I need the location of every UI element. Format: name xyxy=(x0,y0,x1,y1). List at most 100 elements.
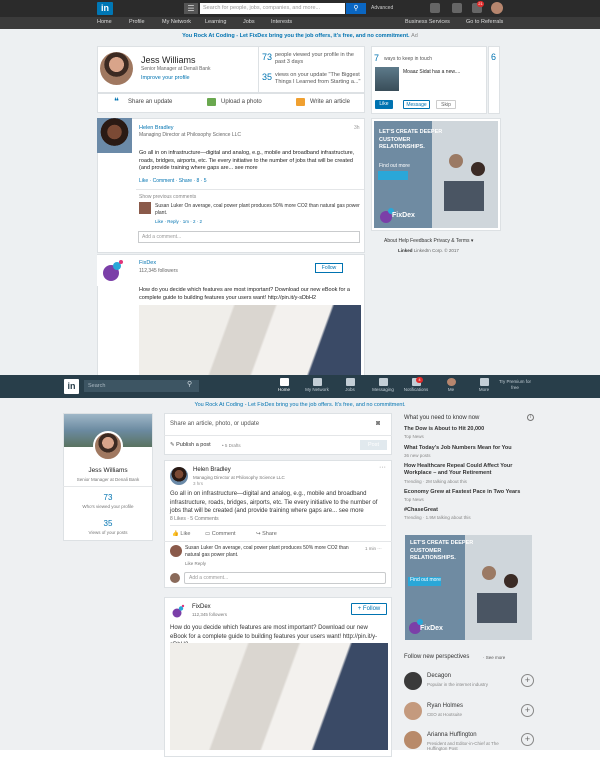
old-messages-icon[interactable] xyxy=(430,3,440,13)
new-comment-time[interactable]: 1 min ··· xyxy=(365,546,382,551)
new-nav-me[interactable]: Me xyxy=(434,378,468,392)
news-item-title[interactable]: #ChaseGreat xyxy=(404,507,438,513)
new-share-button[interactable]: ↪ Share xyxy=(256,531,277,537)
suggestion-avatar[interactable] xyxy=(404,672,422,690)
old-nav-referrals[interactable]: Go to Referrals xyxy=(466,19,503,25)
old-nav-jobs[interactable]: Jobs xyxy=(243,19,255,25)
news-item-title[interactable]: What Today's Job Numbers Mean for You xyxy=(404,445,512,451)
new-share-input[interactable]: Share an article, photo, or update xyxy=(170,421,259,427)
old-stat-views-text[interactable]: people viewed your profile in the past 3… xyxy=(275,52,363,66)
suggestion-name[interactable]: Ryan Holmes xyxy=(427,703,463,709)
new-drafts-link[interactable]: • 5 Drafts xyxy=(222,443,241,448)
new-like-button[interactable]: 👍 Like xyxy=(172,531,190,537)
new-nav-home[interactable]: Home xyxy=(267,378,301,392)
follow-plus-icon[interactable]: + xyxy=(521,704,534,717)
old-contact-name[interactable]: Moaaz Sidat has a new.... xyxy=(403,69,460,75)
old-me-avatar[interactable] xyxy=(491,2,503,14)
old-linkedin-logo[interactable]: in xyxy=(97,2,113,15)
old-search-button[interactable]: ⚲ xyxy=(346,3,366,14)
old-post-author-name[interactable]: Helen Bradley xyxy=(139,125,174,131)
new-company-name[interactable]: FixDex xyxy=(192,604,211,610)
old-profile-name[interactable]: Jess Williams xyxy=(141,55,196,65)
old-show-previous-comments[interactable]: Show previous comments xyxy=(139,194,196,200)
old-message-button[interactable]: Message xyxy=(403,100,430,109)
new-post-social-counts[interactable]: 8 Likes · 5 Comments xyxy=(170,516,219,522)
search-icon[interactable]: ⚲ xyxy=(187,380,192,388)
new-linkedin-logo[interactable]: in xyxy=(64,379,79,394)
old-improve-profile-link[interactable]: Improve your profile xyxy=(141,75,190,81)
old-stat-update-text[interactable]: views on your update "The Biggest Things… xyxy=(275,72,363,86)
old-nav-profile[interactable]: Profile xyxy=(129,19,145,25)
news-item-title[interactable]: How Healthcare Repeal Could Affect Your … xyxy=(404,463,529,477)
old-write-article-button[interactable]: Write an article xyxy=(310,99,350,105)
old-nav-learning[interactable]: Learning xyxy=(205,19,226,25)
old-profile-avatar[interactable] xyxy=(100,52,133,85)
fixdex-logo-icon[interactable] xyxy=(170,603,186,619)
old-promo-banner[interactable]: You Rock At Coding - Let FixDex bring yo… xyxy=(0,33,600,39)
news-item-title[interactable]: The Dow is About to Hit 20,000 xyxy=(404,426,484,432)
new-nav-messaging[interactable]: Messaging xyxy=(366,378,400,392)
new-follow-button[interactable]: + Follow xyxy=(351,603,387,615)
old-skip-button[interactable]: Skip xyxy=(436,100,456,109)
old-upload-photo-button[interactable]: Upload a photo xyxy=(221,99,262,105)
new-comment-actions[interactable]: Like Reply xyxy=(185,561,206,566)
new-post-button[interactable]: Post xyxy=(360,440,387,450)
new-comment-button[interactable]: ▭ Comment xyxy=(205,531,236,537)
old-like-button[interactable]: Like xyxy=(375,100,393,109)
suggestion-avatar[interactable] xyxy=(404,731,422,749)
suggestion-name[interactable]: Decagon xyxy=(427,673,451,679)
old-company-name[interactable]: FixDex xyxy=(139,260,156,266)
suggestion-avatar[interactable] xyxy=(404,702,422,720)
old-comment-actions[interactable]: Like · Reply · 1m · 2 · 2 xyxy=(155,219,202,224)
old-promo-text[interactable]: You Rock At Coding - Let FixDex bring yo… xyxy=(182,33,409,39)
new-add-comment-input[interactable]: Add a comment... xyxy=(184,572,386,584)
new-post-author-name[interactable]: Helen Bradley xyxy=(193,467,231,473)
old-commenter-avatar[interactable] xyxy=(139,202,151,214)
info-icon[interactable]: i xyxy=(527,414,534,421)
old-post-actions[interactable]: Like · Comment · Share · 8 · 5 xyxy=(139,178,207,184)
fixdex-logo-icon[interactable] xyxy=(97,255,128,286)
new-search-input[interactable]: Search xyxy=(84,380,199,392)
new-stat-posts-text[interactable]: Views of your posts xyxy=(63,530,153,535)
old-post-author-avatar[interactable] xyxy=(97,118,132,153)
news-item-title[interactable]: Economy Grew at Fastest Pace in Two Year… xyxy=(404,489,520,495)
old-add-comment-input[interactable]: Add a comment... xyxy=(138,231,360,243)
old-footer-links[interactable]: About Help Feedback Privacy & Terms ▾ xyxy=(384,238,473,244)
new-post-author-avatar[interactable] xyxy=(170,467,188,485)
old-ad-cta[interactable]: Find out more xyxy=(379,163,410,169)
old-nav-network[interactable]: My Network xyxy=(162,19,191,25)
new-perspectives-see-more[interactable]: · See more xyxy=(483,655,505,660)
new-promo-banner[interactable]: You Rock At Coding - Let FixDex bring yo… xyxy=(0,402,600,408)
new-nav-jobs[interactable]: Jobs xyxy=(333,378,367,392)
new-profile-avatar[interactable] xyxy=(93,431,123,461)
new-commenter-avatar[interactable] xyxy=(170,545,182,557)
old-company-post-image[interactable] xyxy=(139,305,361,375)
old-share-update-button[interactable]: Share an update xyxy=(128,99,172,105)
old-connections-icon[interactable] xyxy=(452,3,462,13)
new-try-premium[interactable]: Try Premium for free xyxy=(498,379,532,391)
old-nav-interests[interactable]: Interests xyxy=(271,19,292,25)
new-stat-views-text[interactable]: Who's viewed your profile xyxy=(63,504,153,509)
old-contact-avatar[interactable] xyxy=(375,67,399,91)
new-nav-more[interactable]: More xyxy=(467,378,501,392)
old-advanced-link[interactable]: Advanced xyxy=(371,5,393,11)
old-nav-home[interactable]: Home xyxy=(97,19,112,25)
new-nav-network[interactable]: My Network xyxy=(300,378,334,392)
new-publish-post-link[interactable]: ✎ Publish a post xyxy=(170,442,211,448)
follow-plus-icon[interactable]: + xyxy=(521,674,534,687)
new-stat-posts-count[interactable]: 35 xyxy=(63,519,153,528)
old-follow-button[interactable]: Follow xyxy=(315,263,343,273)
old-stat-update-count[interactable]: 35 xyxy=(262,72,272,82)
old-search-input[interactable]: Search for people, jobs, companies, and … xyxy=(200,3,345,14)
follow-plus-icon[interactable]: + xyxy=(521,733,534,746)
old-nav-business-services[interactable]: Business Services xyxy=(405,19,450,25)
camera-icon[interactable]: ◙ xyxy=(376,420,380,427)
new-company-post-image[interactable] xyxy=(170,643,388,750)
old-menu-icon[interactable]: ☰ xyxy=(184,3,198,14)
new-post-more-icon[interactable]: ··· xyxy=(379,464,386,471)
suggestion-name[interactable]: Arianna Huffington xyxy=(427,732,477,738)
old-stat-views-count[interactable]: 73 xyxy=(262,52,272,62)
new-stat-views-count[interactable]: 73 xyxy=(63,493,153,502)
new-ad-cta[interactable]: Find out more xyxy=(410,577,441,583)
new-profile-name[interactable]: Jess Williams xyxy=(63,467,153,474)
